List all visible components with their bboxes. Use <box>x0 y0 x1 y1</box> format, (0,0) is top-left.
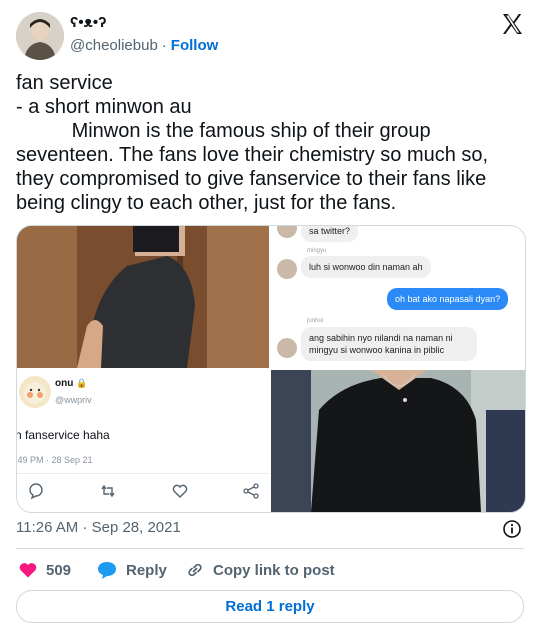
chat-message: sa twitter? <box>301 226 359 242</box>
info-icon[interactable] <box>502 519 522 539</box>
embedded-tweet-card: ʕ•ᴥ•ʔ @cheoliebub · Follow fan service - a… <box>0 0 540 637</box>
media-photo-1[interactable] <box>17 226 269 368</box>
author-display-name[interactable]: ʕ•ᴥ•ʔ <box>70 14 106 31</box>
chat-sender: junhui <box>307 318 324 324</box>
quoted-time: :49 PM · 28 Sep 21 <box>17 455 93 465</box>
chat-sender: mingyu <box>307 248 327 254</box>
chat-message: luh si wonwoo din naman ah <box>301 256 431 278</box>
retweet-icon <box>101 484 115 498</box>
copy-link-label: Copy link to post <box>213 561 335 579</box>
x-logo-icon[interactable] <box>500 12 524 36</box>
chat-avatar <box>277 259 297 279</box>
like-icon <box>172 484 188 498</box>
separator-dot: · <box>161 37 167 54</box>
tweet-timestamp[interactable]: 11:26 AM · Sep 28, 2021 <box>16 519 181 536</box>
speech-bubble-icon <box>98 562 116 579</box>
tweet-actions: 509 Reply Copy link to post <box>16 555 524 585</box>
quoted-handle: @wwpriv <box>55 395 92 405</box>
media-chat-screenshot[interactable]: sa twitter? mingyu luh si wonwoo din nam… <box>271 226 525 368</box>
author-avatar[interactable] <box>16 12 64 60</box>
media-photo-2[interactable] <box>271 370 525 512</box>
heart-icon <box>19 563 37 578</box>
read-reply-button[interactable]: Read 1 reply <box>16 590 524 623</box>
link-icon <box>188 563 202 577</box>
reply-label: Reply <box>126 561 167 579</box>
tweet-text: fan service - a short minwon au Minwon i… <box>16 72 489 214</box>
chat-avatar <box>277 338 297 358</box>
copy-link-button[interactable]: Copy link to post <box>185 560 335 580</box>
media-grid[interactable]: sa twitter? mingyu luh si wonwoo din nam… <box>16 225 526 513</box>
reply-button[interactable]: Reply <box>96 560 167 580</box>
quoted-name: onu 🔒 <box>55 378 87 389</box>
quoted-avatar <box>19 376 51 408</box>
follow-button[interactable]: Follow <box>171 37 219 54</box>
quoted-actions <box>17 482 269 502</box>
chat-message: ang sabihin nyo nilandi na naman ni ming… <box>301 327 477 361</box>
like-button[interactable]: 509 <box>18 560 71 580</box>
like-count: 509 <box>46 561 72 579</box>
reply-icon <box>29 483 43 500</box>
quoted-name-text: onu <box>55 378 74 389</box>
media-quoted-tweet[interactable]: onu 🔒 @wwpriv n fanservice haha :49 PM ·… <box>17 370 269 512</box>
author-handle[interactable]: @cheoliebub <box>70 37 158 54</box>
quoted-divider <box>17 473 269 474</box>
author-handle-row: @cheoliebub · Follow <box>70 37 218 54</box>
quoted-text: n fanservice haha <box>17 428 110 442</box>
chat-avatar <box>277 226 297 238</box>
divider <box>16 548 524 549</box>
chat-message-outgoing: oh bat ako napasali dyan? <box>387 288 509 310</box>
share-icon <box>243 483 259 499</box>
lock-icon: 🔒 <box>76 378 88 388</box>
